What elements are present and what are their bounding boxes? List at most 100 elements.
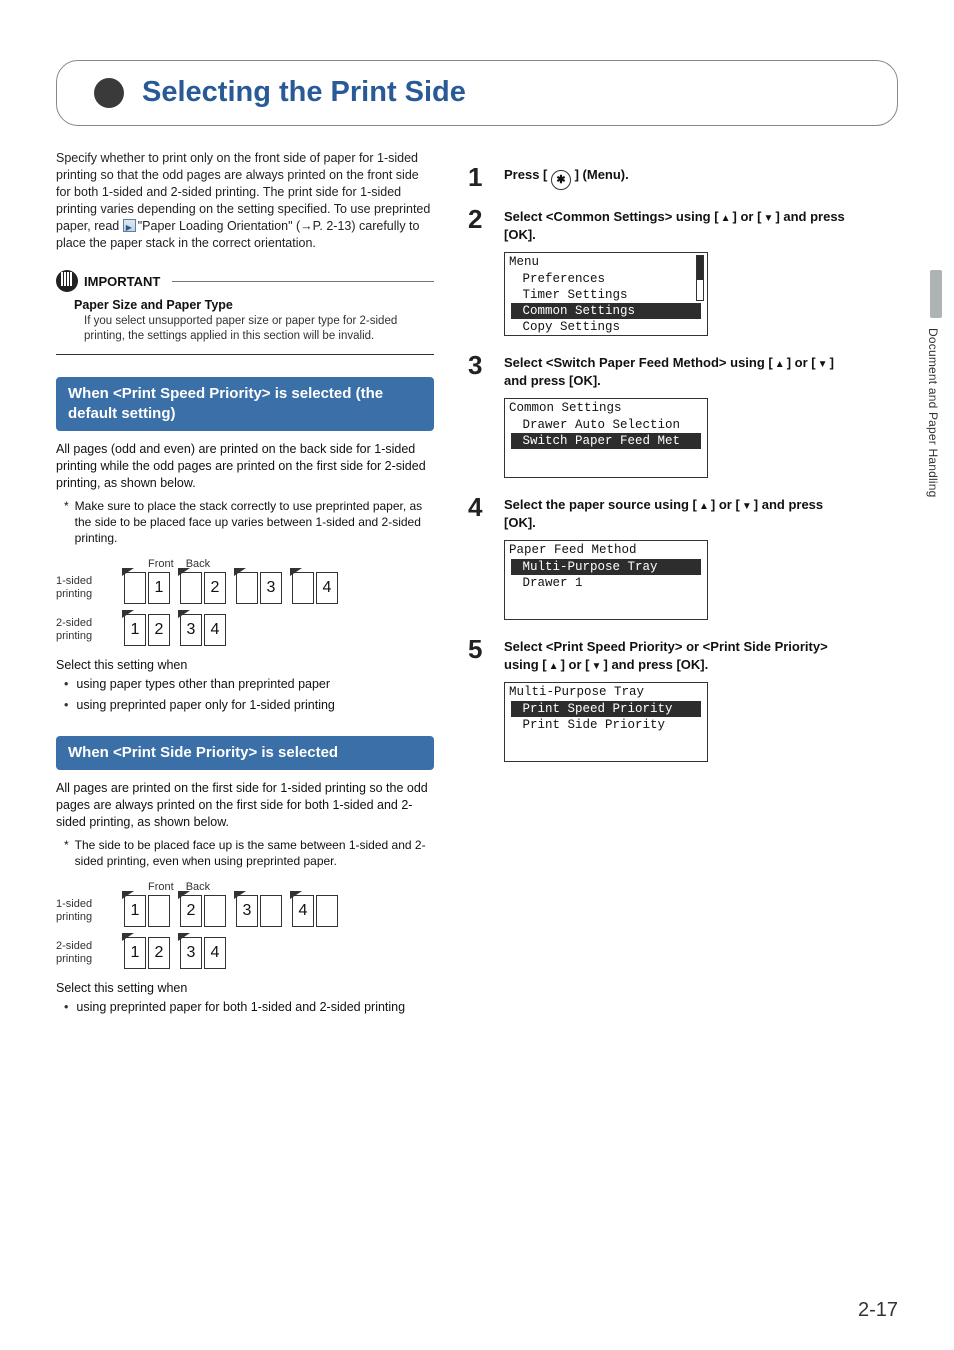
step-number: 1 (468, 166, 490, 188)
left-column: Specify whether to print only on the fro… (56, 150, 434, 1016)
step-number: 5 (468, 638, 490, 660)
down-arrow-icon (740, 500, 754, 514)
step-4-text: Select the paper source using [] or [] a… (504, 496, 846, 532)
paper-pair: 34 (180, 614, 226, 646)
lcd-line: Print Side Priority (511, 717, 701, 733)
list-item: •using preprinted paper only for 1-sided… (56, 697, 434, 714)
page-title: Selecting the Print Side (142, 76, 466, 109)
step-2-pre: Select <Common Settings> using [ (504, 209, 719, 224)
illus-2-row-2-label: 2-sided printing (56, 940, 114, 966)
step-3-text: Select <Switch Paper Feed Method> using … (504, 354, 846, 390)
paper-pair: 2 (180, 895, 226, 927)
step-2-mid: ] or [ (733, 209, 762, 224)
bullet-icon: • (64, 676, 68, 693)
step-1-post: ] (Menu). (571, 167, 629, 182)
list-item: • using preprinted paper for both 1-sided… (56, 999, 434, 1016)
important-header: IMPORTANT (56, 270, 434, 292)
step-2: 2 Select <Common Settings> using [ ] or [… (468, 208, 846, 336)
side-tab: Document and Paper Handling (912, 270, 942, 590)
paper-pair: 4 (292, 895, 338, 927)
lcd-line: Preferences (511, 271, 701, 287)
step-2-text: Select <Common Settings> using [] or [] … (504, 208, 846, 244)
section-2-after: Select this setting when (56, 981, 434, 995)
side-tab-block (930, 270, 942, 318)
lcd-title: Multi-Purpose Tray (505, 683, 707, 701)
down-arrow-icon (590, 660, 604, 674)
lcd-title: Common Settings (505, 399, 707, 417)
lcd-line-selected: Common Settings (511, 303, 701, 319)
step-5-post: ] and press [OK]. (604, 657, 709, 672)
illus-2-row-1: 1-sided printing 1 2 3 4 (56, 895, 434, 927)
important-body: If you select unsupported paper size or … (84, 314, 434, 344)
lcd-screen-3: Paper Feed Method Multi-Purpose Tray Dra… (504, 540, 708, 620)
important-icon (56, 270, 78, 292)
front-label: Front (148, 881, 174, 893)
two-column-layout: Specify whether to print only on the fro… (56, 150, 898, 1016)
lcd-line-selected: Switch Paper Feed Met (511, 433, 701, 449)
section-2-li-1: using preprinted paper for both 1-sided … (76, 999, 405, 1016)
page: Document and Paper Handling Selecting th… (0, 0, 954, 1350)
illustration-1: Front Back 1-sided printing 1 2 3 4 2-si… (56, 558, 434, 646)
step-5-mid: ] or [ (561, 657, 590, 672)
lcd-line: Drawer Auto Selection (511, 417, 701, 433)
down-arrow-icon (761, 212, 775, 226)
step-number: 4 (468, 496, 490, 518)
important-box: IMPORTANT Paper Size and Paper Type If y… (56, 270, 434, 355)
menu-key-icon: ✱ (551, 170, 571, 190)
page-number: 2-17 (858, 1299, 898, 1322)
lcd-line: Timer Settings (511, 287, 701, 303)
up-arrow-icon (547, 660, 561, 674)
illus-1-row-1-label: 1-sided printing (56, 575, 114, 601)
down-arrow-icon (816, 358, 830, 372)
paper-pair: 12 (124, 937, 170, 969)
section-2-heading: When <Print Side Priority> is selected (56, 736, 434, 770)
paper-pair: 3 (236, 572, 282, 604)
list-item: •using paper types other than preprinted… (56, 676, 434, 693)
illus-1-row-2: 2-sided printing 12 34 (56, 614, 434, 646)
front-label: Front (148, 558, 174, 570)
lcd-line: Drawer 1 (511, 575, 701, 591)
steps-list: 1 Press [ ✱ ] (Menu). 2 Select <Common S… (468, 166, 846, 762)
bullet-icon: • (64, 999, 68, 1016)
illus-1-row-1: 1-sided printing 1 2 3 4 (56, 572, 434, 604)
step-4-pre: Select the paper source using [ (504, 497, 697, 512)
title-bullet-icon (94, 78, 124, 108)
step-1-text: Press [ ✱ ] (Menu). (504, 166, 846, 190)
step-3-pre: Select <Switch Paper Feed Method> using … (504, 355, 773, 370)
important-rule (172, 281, 434, 282)
intro-link[interactable]: "Paper Loading Orientation" (→P. 2-13) (138, 219, 356, 233)
section-1-note-text: Make sure to place the stack correctly t… (75, 498, 434, 546)
lcd-screen-4: Multi-Purpose Tray Print Speed Priority … (504, 682, 708, 762)
paper-pair: 3 (236, 895, 282, 927)
lcd-screen-1: Menu Preferences Timer Settings Common S… (504, 252, 708, 336)
section-2-note: * The side to be placed face up is the s… (56, 837, 434, 869)
side-tab-text: Document and Paper Handling (926, 328, 940, 498)
section-2-body: All pages are printed on the first side … (56, 780, 434, 831)
bullet-icon: • (64, 697, 68, 714)
step-4: 4 Select the paper source using [] or []… (468, 496, 846, 620)
link-icon (123, 219, 136, 232)
asterisk: * (64, 498, 69, 546)
step-1-pre: Press [ (504, 167, 551, 182)
important-subhead: Paper Size and Paper Type (74, 298, 434, 312)
up-arrow-icon (773, 358, 787, 372)
right-column: 1 Press [ ✱ ] (Menu). 2 Select <Common S… (468, 150, 846, 1016)
paper-pair: 2 (180, 572, 226, 604)
paper-pair: 4 (292, 572, 338, 604)
lcd-line: Copy Settings (511, 319, 701, 335)
step-number: 2 (468, 208, 490, 230)
paper-pair: 1 (124, 895, 170, 927)
step-5-text: Select <Print Speed Priority> or <Print … (504, 638, 846, 674)
up-arrow-icon (697, 500, 711, 514)
section-1-after: Select this setting when (56, 658, 434, 672)
asterisk: * (64, 837, 69, 869)
lcd-line-selected: Multi-Purpose Tray (511, 559, 701, 575)
illus-1-row-2-label: 2-sided printing (56, 617, 114, 643)
lcd-title: Menu (505, 253, 707, 271)
important-label: IMPORTANT (84, 274, 160, 289)
intro-paragraph: Specify whether to print only on the fro… (56, 150, 434, 252)
step-3-mid: ] or [ (787, 355, 816, 370)
section-1-body: All pages (odd and even) are printed on … (56, 441, 434, 492)
paper-pair: 34 (180, 937, 226, 969)
paper-pair: 1 (124, 572, 170, 604)
